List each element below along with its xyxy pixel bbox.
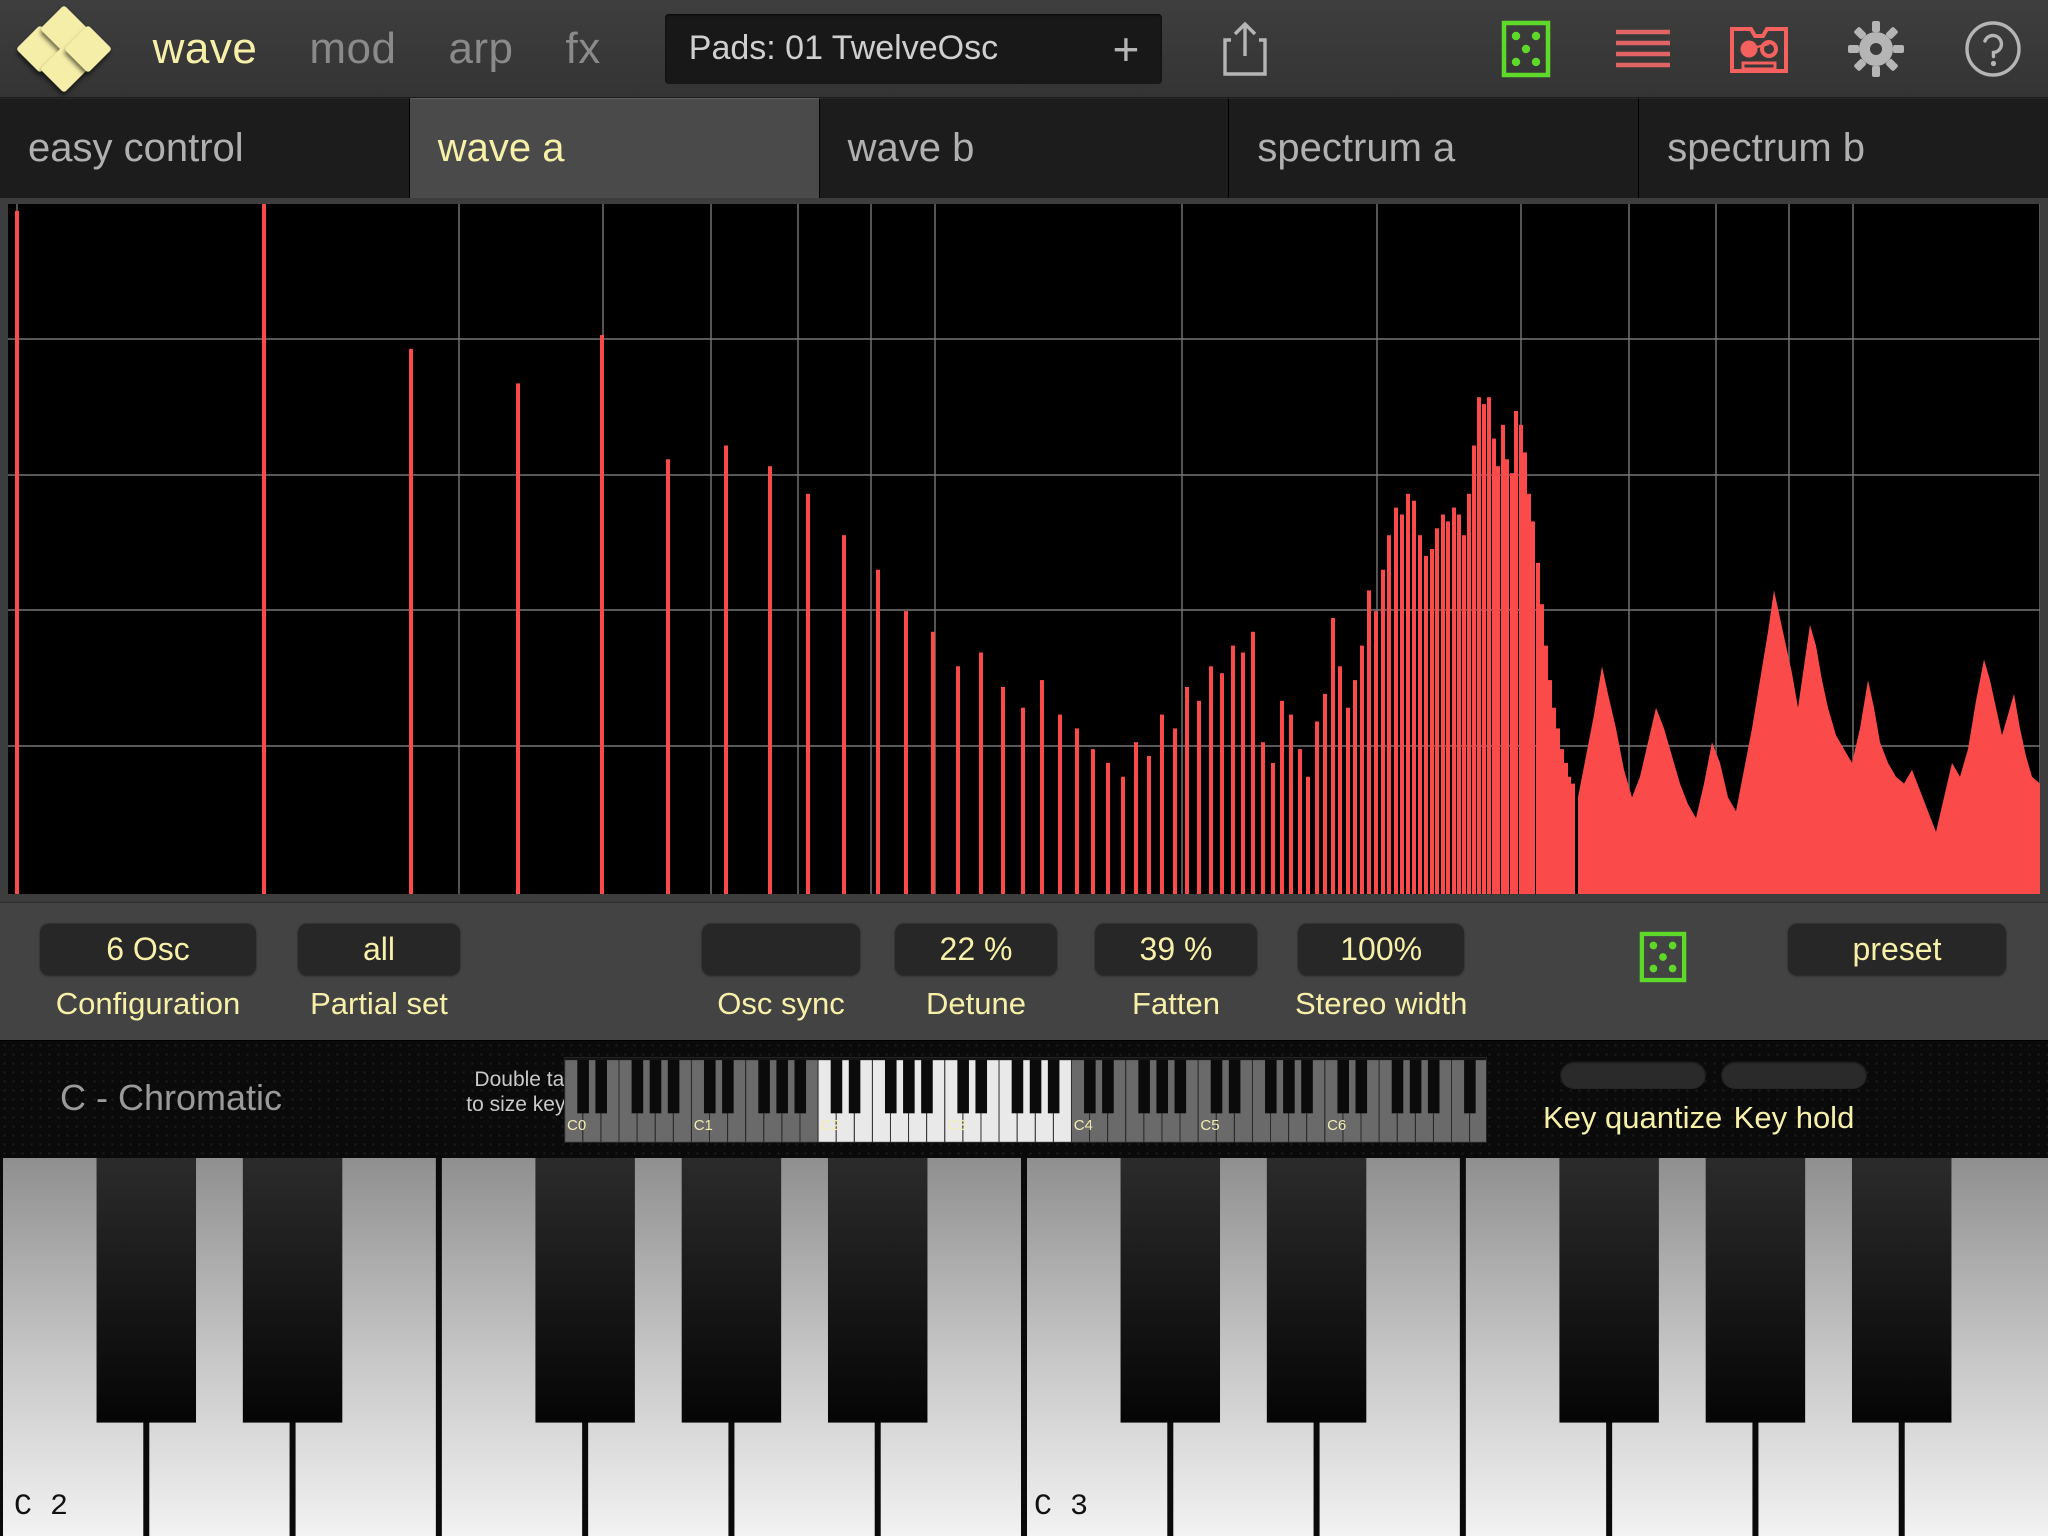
tab-wave-a[interactable]: wave a bbox=[409, 98, 820, 198]
tab-spectrum-a[interactable]: spectrum a bbox=[1229, 98, 1640, 198]
gear-icon[interactable] bbox=[1821, 0, 1932, 98]
piano-keyboard-svg: C 2 C 3 bbox=[0, 1158, 2048, 1536]
detune-label: Detune bbox=[926, 986, 1026, 1021]
stereo-width-button[interactable]: 100% bbox=[1298, 923, 1465, 975]
detune-button[interactable]: 22 % bbox=[895, 923, 1057, 975]
key-quantize-control: Key quantize bbox=[1543, 1061, 1722, 1136]
keyboard-navigation-bar: C - Chromatic Double tap to size keys C0… bbox=[0, 1040, 2048, 1158]
svg-text:C5: C5 bbox=[1200, 1117, 1219, 1134]
size-keys-hint-line2: to size keys bbox=[466, 1093, 576, 1116]
list-lines-icon[interactable] bbox=[1587, 0, 1698, 98]
spectrum-display-panel bbox=[0, 198, 2048, 902]
scale-name-label[interactable]: C - Chromatic bbox=[60, 1077, 282, 1119]
help-icon[interactable] bbox=[1937, 0, 2048, 98]
tab-easy-control[interactable]: easy control bbox=[0, 98, 410, 198]
dice-icon[interactable] bbox=[1471, 0, 1582, 98]
svg-text:C2: C2 bbox=[820, 1117, 839, 1134]
piano-keyboard[interactable]: C 2 C 3 bbox=[0, 1158, 2048, 1536]
mode-tab-arp[interactable]: arp bbox=[422, 0, 539, 98]
fatten-label: Fatten bbox=[1132, 986, 1220, 1021]
add-pad-button[interactable]: + bbox=[1090, 26, 1162, 72]
diamond-logo-icon bbox=[16, 4, 113, 93]
param-osc-sync: Osc sync bbox=[702, 923, 860, 1022]
fatten-button[interactable]: 39 % bbox=[1095, 923, 1257, 975]
svg-text:C0: C0 bbox=[567, 1117, 586, 1134]
key-quantize-toggle[interactable] bbox=[1559, 1061, 1706, 1089]
key-hold-toggle[interactable] bbox=[1721, 1061, 1867, 1089]
mini-keyboard-svg: C0 C1 C2 C3 C4 C5 C6 bbox=[565, 1058, 1486, 1142]
share-icon[interactable] bbox=[1190, 0, 1301, 98]
size-keys-hint-line1: Double tap bbox=[474, 1068, 576, 1091]
key-hold-control: Key hold bbox=[1721, 1061, 1867, 1136]
spectrum-chart-svg bbox=[8, 204, 2040, 894]
preset-button[interactable]: preset bbox=[1788, 923, 2006, 975]
svg-text:C1: C1 bbox=[694, 1117, 713, 1134]
partial-set-label: Partial set bbox=[310, 986, 448, 1021]
randomize-dice-icon[interactable] bbox=[1639, 931, 1687, 988]
key-quantize-label: Key quantize bbox=[1543, 1100, 1723, 1135]
configuration-button[interactable]: 6 Osc bbox=[40, 923, 256, 975]
svg-text:C 2: C 2 bbox=[14, 1490, 68, 1524]
section-tabs: easy control wave a wave b spectrum a sp… bbox=[0, 98, 2048, 198]
preset-button-wrap: preset bbox=[1788, 923, 2006, 975]
svg-text:C4: C4 bbox=[1074, 1117, 1093, 1134]
app-logo[interactable] bbox=[0, 0, 127, 98]
osc-sync-label: Osc sync bbox=[717, 986, 845, 1021]
mini-keyboard-overview[interactable]: C0 C1 C2 C3 C4 C5 C6 bbox=[564, 1057, 1487, 1143]
partial-set-button[interactable]: all bbox=[298, 923, 460, 975]
svg-text:C 3: C 3 bbox=[1034, 1490, 1088, 1524]
param-configuration: 6 Osc Configuration bbox=[40, 923, 256, 1022]
spectrum-plot[interactable] bbox=[8, 204, 2040, 894]
pad-selector[interactable]: Pads: 01 TwelveOsc + bbox=[664, 13, 1162, 84]
configuration-label: Configuration bbox=[55, 986, 241, 1021]
mode-tab-fx[interactable]: fx bbox=[540, 0, 627, 98]
param-detune: 22 % Detune bbox=[895, 923, 1057, 1022]
osc-sync-button[interactable] bbox=[702, 923, 860, 975]
oscillator-parameter-bar: 6 Osc Configuration all Partial set Osc … bbox=[0, 902, 2048, 1040]
top-toolbar: wave mod arp fx Pads: 01 TwelveOsc + bbox=[0, 0, 2048, 98]
pad-selector-label: Pads: 01 TwelveOsc bbox=[688, 29, 999, 67]
size-keys-hint: Double tap to size keys bbox=[456, 1067, 576, 1117]
key-hold-label: Key hold bbox=[1733, 1100, 1855, 1135]
tape-recorder-icon[interactable] bbox=[1704, 0, 1815, 98]
mode-tab-mod[interactable]: mod bbox=[283, 0, 422, 98]
svg-text:C3: C3 bbox=[947, 1117, 966, 1134]
mode-tab-wave[interactable]: wave bbox=[127, 0, 284, 98]
svg-text:C6: C6 bbox=[1327, 1117, 1346, 1134]
param-stereo-width: 100% Stereo width bbox=[1295, 923, 1467, 1022]
param-partial-set: all Partial set bbox=[298, 923, 460, 1022]
tab-wave-b[interactable]: wave b bbox=[819, 98, 1230, 198]
tab-spectrum-b[interactable]: spectrum b bbox=[1639, 98, 2048, 198]
stereo-width-label: Stereo width bbox=[1295, 986, 1468, 1021]
param-fatten: 39 % Fatten bbox=[1095, 923, 1257, 1022]
